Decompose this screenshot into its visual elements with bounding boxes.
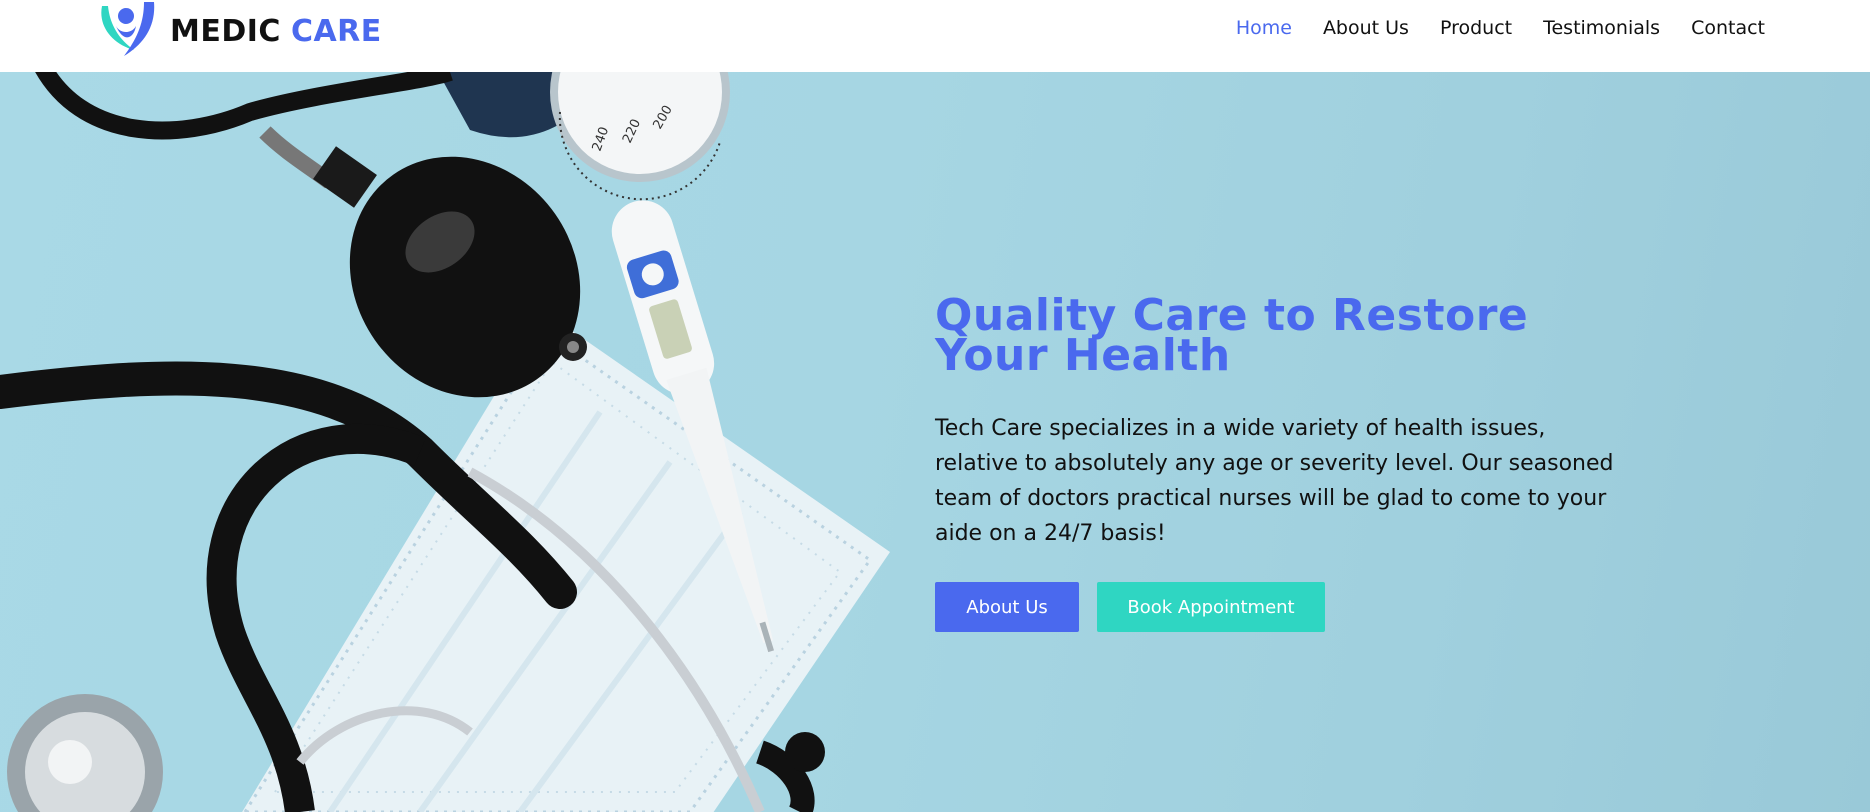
medical-equipment-image: 240 220 200 [0,72,890,812]
brand-word-care: CARE [290,13,382,49]
hero-description: Tech Care specializes in a wide variety … [935,416,1614,546]
book-appointment-button[interactable]: Book Appointment [1097,582,1325,632]
nav-product[interactable]: Product [1440,17,1512,39]
nav-contact[interactable]: Contact [1691,17,1765,39]
hero-content: Quality Care to Restore Your Health Tech… [935,290,1635,632]
hero-buttons: About Us Book Appointment [935,582,1635,632]
site-header: MEDIC CARE Home About Us Product Testimon… [0,0,1870,72]
brand-word-medic: MEDIC [170,13,281,49]
about-us-button[interactable]: About Us [935,582,1079,632]
brand[interactable]: MEDIC CARE [94,0,382,62]
nav-testimonials[interactable]: Testimonials [1543,17,1660,39]
main-nav: Home About Us Product Testimonials Conta… [1236,0,1765,56]
nav-about-us[interactable]: About Us [1323,17,1409,39]
brand-name: MEDIC CARE [170,14,382,49]
hero-title: Quality Care to Restore Your Health [935,290,1529,381]
nav-home[interactable]: Home [1236,17,1292,39]
hero-section: 240 220 200 Quality Care to Restore Your… [0,72,1870,812]
person-leaf-logo-icon [94,0,158,62]
